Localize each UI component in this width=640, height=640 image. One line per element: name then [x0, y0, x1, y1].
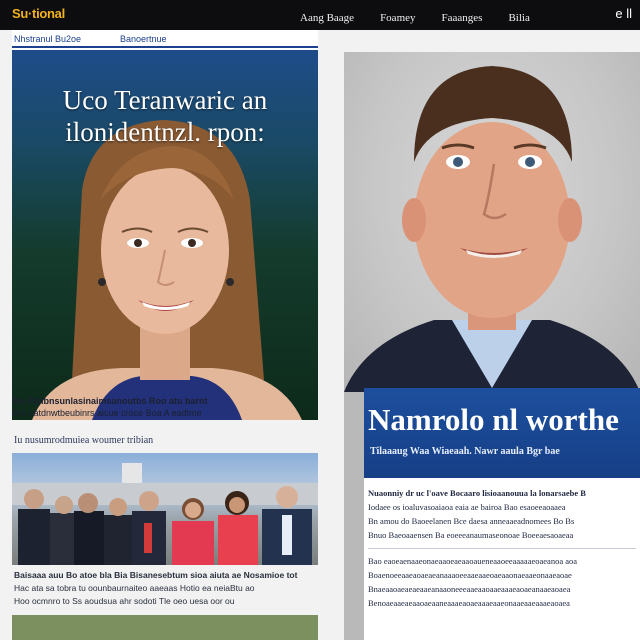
header-right-text[interactable]: e ll	[615, 6, 632, 21]
hero-story[interactable]: Uco Teranwaric an ilonidentnzl. rpon:	[12, 50, 318, 420]
hero-headline-line-1: Uco Teranwaric an	[62, 85, 268, 115]
portrait-image	[344, 66, 640, 392]
tab-primary[interactable]: Nhstranul Bu2oe	[14, 34, 81, 44]
hero-headline-line-2: ilonidentnzl. rpon:	[65, 117, 265, 147]
body-line-7: Bnaeaaoaeaeaeaaeanaaoneeeaaeaaoaaeaaaeao…	[368, 584, 571, 594]
caption-line-2: Bra natdnwtbeubinrs aicue croce Boa A ea…	[12, 408, 202, 418]
portrait-photo[interactable]	[344, 52, 640, 392]
body-line-1: Nuaonniy dr uc l'oave Bocaaro lisioaanou…	[368, 488, 586, 498]
tab-underline	[12, 46, 318, 48]
thumbnail-row[interactable]	[12, 615, 318, 640]
nav-item-2[interactable]: Foamey	[380, 12, 415, 24]
story-line-1[interactable]: Baisaaa auu Bo atoe bla Bia Bisanesebtum…	[14, 570, 314, 580]
tab-secondary[interactable]: Banoertnue	[120, 34, 167, 44]
left-column: Nhstranul Bu2oe Banoertnue Uco Teranwari…	[12, 30, 318, 640]
headline-banner: Namrolo nl worthe Tilaaaug Waa Wiaeaah. …	[364, 388, 640, 478]
body-divider	[368, 548, 636, 549]
hero-headline[interactable]: Uco Teranwaric an ilonidentnzl. rpon:	[12, 84, 318, 148]
story-line-3: Hoo ocmnro to Ss aoudsua ahr sodoti Tle …	[14, 596, 235, 606]
section-tabs: Nhstranul Bu2oe Banoertnue	[12, 30, 318, 50]
headline-subtitle: Tilaaaug Waa Wiaeaah. Nawr aaula Bgr bae	[370, 446, 560, 457]
site-header: Su·tional Aang Baage Foamey Faaanges Bil…	[0, 0, 640, 30]
body-line-3: Bn amou do Baoeelanen Bce daesa anneaaea…	[368, 516, 575, 526]
section-label[interactable]: Iu nusumrodmuiea woumer tribian	[14, 435, 153, 446]
main-nav: Aang Baage Foamey Faaanges Bilia	[300, 8, 552, 26]
headline-title[interactable]: Namrolo nl worthe	[368, 402, 640, 438]
site-logo[interactable]: Su·tional	[12, 6, 65, 21]
nav-item-4[interactable]: Bilia	[508, 12, 529, 24]
nav-item-1[interactable]: Aang Baage	[300, 12, 354, 24]
headline-box[interactable]: Namrolo nl worthe Tilaaaug Waa Wiaeaah. …	[364, 388, 640, 640]
body-line-8: Benoaeaaeaeaaoaeaaneaaaeaoaeaaaeaaeonaae…	[368, 598, 570, 608]
body-line-2: Iodaee os ioaluvasoaiaoa eaia ae bairoa …	[368, 502, 566, 512]
body-line-4: Bnuo Baeoaaensen Ba eoeeeanaumaseonoae B…	[368, 530, 574, 540]
body-line-5: Bao eaoeaenaaeonaeaaoeaeaaoaueneaaoeeaaa…	[368, 556, 578, 566]
group-photo-image	[12, 463, 318, 565]
group-photo[interactable]	[12, 453, 318, 565]
story-line-2: Hac ata sa tobra tu oounbaurnaiteo aaeaa…	[14, 583, 255, 593]
body-line-6: Boaenoeeaaeaoaeaeanaaaoeeaaeaaeoaeaaonae…	[368, 570, 572, 580]
nav-item-3[interactable]: Faaanges	[442, 12, 483, 24]
caption-line-1[interactable]: Iba Fiblbnsunlasinaimsanoutbs Roo atu ba…	[12, 396, 318, 406]
